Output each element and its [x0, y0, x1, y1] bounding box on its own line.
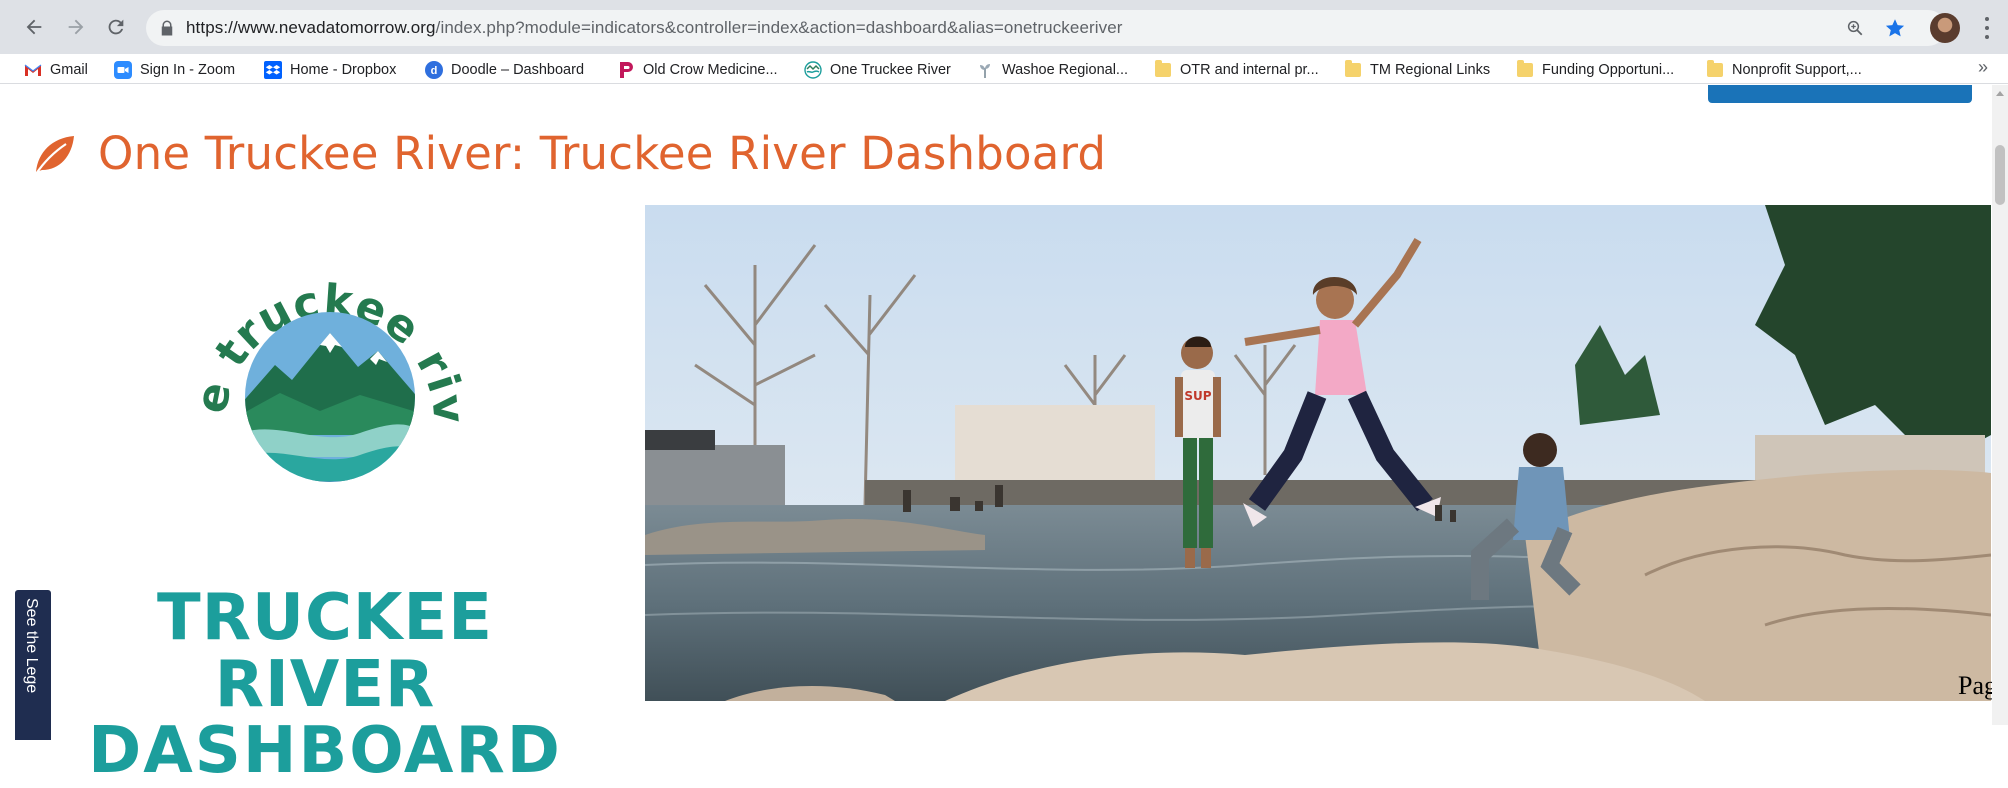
star-icon[interactable] [1884, 17, 1906, 39]
top-action-button[interactable] [1708, 85, 1972, 103]
back-icon[interactable] [18, 11, 50, 43]
page-content: One Truckee River: Truckee River Dashboa… [0, 85, 2008, 784]
url-host: https://www.nevadatomorrow.org [186, 18, 436, 37]
bookmark-tm-regional[interactable]: TM Regional Links [1344, 59, 1490, 81]
bookmark-label: Doodle – Dashboard [451, 62, 585, 78]
bookmark-zoom[interactable]: Sign In - Zoom [114, 59, 235, 81]
menu-kebab-icon[interactable] [1975, 14, 1999, 42]
doodle-icon: d [425, 61, 443, 79]
bookmark-doodle[interactable]: d Doodle – Dashboard [425, 59, 584, 81]
url-path: /index.php?module=indicators&controller=… [435, 18, 1123, 37]
lock-icon[interactable] [158, 19, 176, 37]
bookmark-dropbox[interactable]: Home - Dropbox [264, 59, 396, 81]
bookmark-gmail[interactable]: Gmail [24, 59, 88, 81]
svg-text:SUP: SUP [1184, 389, 1211, 403]
see-the-legend-tab[interactable]: See the Lege [15, 590, 51, 740]
url-text[interactable]: https://www.nevadatomorrow.org/index.php… [186, 18, 1123, 38]
bookmark-old-crow[interactable]: Old Crow Medicine... [617, 59, 778, 81]
site-icon [804, 61, 822, 79]
bookmark-label: One Truckee River [830, 62, 951, 78]
zoom-app-icon [114, 61, 132, 79]
reload-icon[interactable] [100, 11, 132, 43]
headline-line-1: TRUCKEE RIVER [157, 581, 493, 722]
folder-icon [1154, 60, 1172, 79]
headline-line-2: DASHBOARD [88, 714, 562, 788]
bookmarks-bar: Gmail Sign In - Zoom Home - Dropbox d Do… [0, 54, 2008, 84]
folder-icon [1344, 60, 1362, 79]
dashboard-logo: one truckee river TRUCKEE RIVER DASHBOAR… [40, 235, 610, 784]
bookmark-washoe[interactable]: Washoe Regional... [976, 59, 1128, 81]
bookmark-label: Washoe Regional... [1002, 62, 1129, 78]
bookmarks-overflow-icon[interactable]: » [1978, 57, 1988, 78]
forward-icon[interactable] [60, 11, 92, 43]
gmail-icon [24, 61, 42, 79]
folder-icon [1516, 60, 1534, 79]
bookmark-label: Gmail [50, 62, 88, 78]
address-bar[interactable]: https://www.nevadatomorrow.org/index.php… [146, 10, 1946, 46]
bookmark-funding[interactable]: Funding Opportuni... [1516, 59, 1674, 81]
bookmark-label: TM Regional Links [1370, 62, 1491, 78]
bookmark-one-truckee[interactable]: One Truckee River [804, 59, 951, 81]
scroll-up-icon[interactable] [1996, 91, 2004, 96]
folder-icon [1706, 60, 1724, 79]
bookmark-otr[interactable]: OTR and internal pr... [1154, 59, 1319, 81]
bookmark-label: OTR and internal pr... [1180, 62, 1319, 78]
zoom-icon[interactable] [1844, 17, 1866, 39]
bookmark-label: Sign In - Zoom [140, 62, 236, 78]
legend-tab-label: See the Lege [23, 598, 40, 694]
page-header: One Truckee River: Truckee River Dashboa… [30, 127, 1106, 180]
bandcamp-icon [617, 61, 635, 79]
dashboard-headline: TRUCKEE RIVER DASHBOARD [40, 585, 610, 785]
bookmark-label: Funding Opportuni... [1542, 62, 1675, 78]
bookmark-nonprofit[interactable]: Nonprofit Support,... [1706, 59, 1862, 81]
leaf-icon [35, 135, 74, 175]
page-scrollbar[interactable] [1992, 85, 2008, 725]
svg-text:d: d [431, 65, 438, 77]
scroll-thumb[interactable] [1995, 145, 2005, 205]
bookmark-label: Old Crow Medicine... [643, 62, 778, 78]
profile-avatar[interactable] [1930, 13, 1960, 43]
hero-photo: SUP [645, 205, 1991, 701]
browser-toolbar: https://www.nevadatomorrow.org/index.php… [0, 0, 2008, 54]
plant-icon [976, 61, 994, 79]
bookmark-label: Home - Dropbox [290, 62, 397, 78]
dropbox-icon [264, 61, 282, 79]
page-title: One Truckee River: Truckee River Dashboa… [98, 127, 1107, 180]
one-truckee-river-badge: one truckee river [180, 235, 474, 482]
bookmark-label: Nonprofit Support,... [1732, 62, 1862, 78]
